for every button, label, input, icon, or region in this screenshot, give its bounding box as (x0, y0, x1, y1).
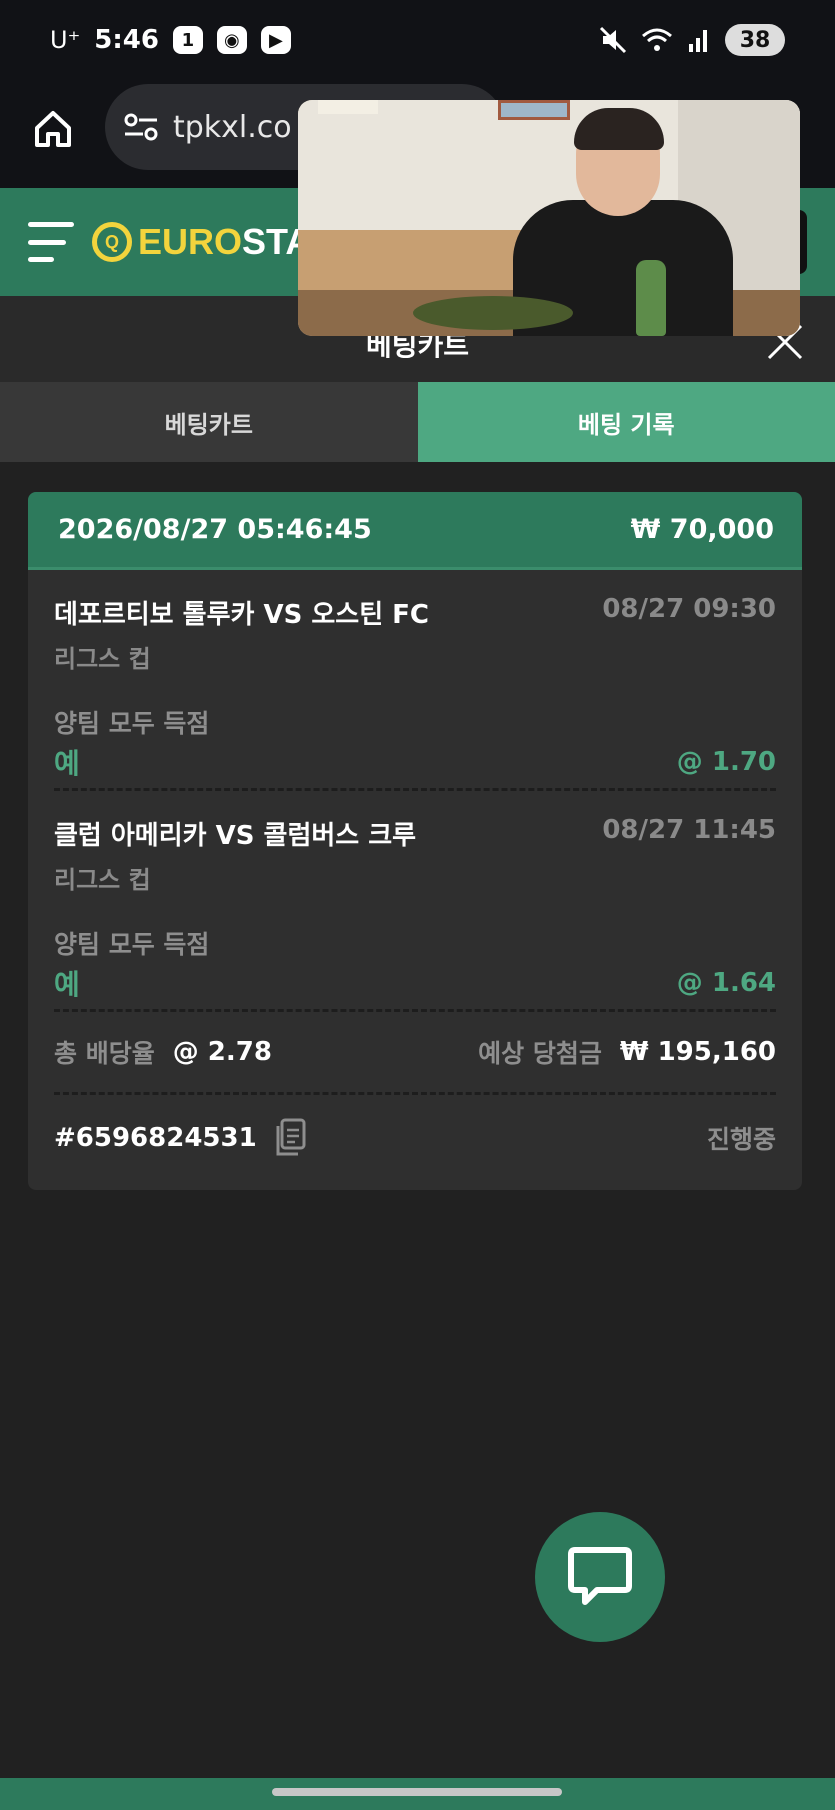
pip-scene-plate (413, 296, 573, 330)
bet-id-row: #6596824531 진행중 (28, 1095, 802, 1181)
signal-icon (689, 30, 707, 52)
chat-icon (568, 1547, 632, 1605)
pip-scene-person-hair (574, 108, 664, 150)
bet-selection: 클럽 아메리카 VS 콜럼버스 크루 08/27 11:45 리그스 컵 양팀 … (28, 791, 802, 1009)
bet-status: 진행중 (706, 1125, 776, 1154)
logo-euro-text: EURO (138, 221, 243, 262)
clock: 5:46 (94, 25, 159, 55)
wifi-icon (642, 28, 672, 51)
tab-betting-cart[interactable]: 베팅카트 (0, 382, 418, 462)
bottom-navigation-bar (0, 1778, 835, 1810)
bet-id: #6596824531 (54, 1123, 257, 1153)
league-name: 리그스 컵 (54, 866, 151, 894)
pick-odds: @ 1.70 (676, 747, 776, 777)
site-settings-icon (124, 113, 158, 141)
home-indicator[interactable] (272, 1788, 562, 1796)
match-time: 08/27 11:45 (602, 815, 776, 845)
pip-scene-frame (498, 100, 570, 120)
home-icon (35, 111, 71, 147)
match-name: 데포르티보 톨루카 VS 오스틴 FC (54, 600, 430, 630)
battery-indicator: 38 (725, 24, 785, 56)
status-bar: U⁺ 5:46 1 ◉ ▶ 38 (0, 0, 835, 80)
youtube-icon: ▶ (260, 26, 291, 54)
tab-betting-history[interactable]: 베팅 기록 (417, 382, 835, 462)
betslip-tabs: 베팅카트 베팅 기록 (0, 382, 835, 462)
home-button[interactable] (28, 104, 78, 154)
screenshot-icon: ◉ (216, 26, 247, 54)
mute-icon (599, 26, 627, 54)
bet-card-header: 2026/08/27 05:46:45 ₩ 70,000 (28, 492, 802, 570)
pick-odds: @ 1.64 (676, 968, 776, 998)
pick-value: 예 (54, 747, 80, 780)
total-odds-value: @ 2.78 (172, 1037, 272, 1067)
bet-record-card: 2026/08/27 05:46:45 ₩ 70,000 데포르티보 톨루카 V… (28, 492, 802, 1190)
league-name: 리그스 컵 (54, 645, 151, 673)
expected-win-label: 예상 당첨금 (478, 1039, 602, 1068)
pip-scene-sign (318, 100, 378, 114)
match-time: 08/27 09:30 (602, 594, 776, 624)
logo-mark-icon: Q (92, 222, 132, 262)
pip-scene-bottle (636, 260, 666, 336)
chat-button[interactable] (535, 1512, 665, 1642)
hamburger-menu-icon[interactable] (28, 218, 76, 266)
market-name: 양팀 모두 득점 (54, 930, 210, 959)
site-logo[interactable]: Q EUROSTA (92, 221, 311, 263)
market-name: 양팀 모두 득점 (54, 709, 210, 738)
url-text: tpkxl.co (173, 109, 292, 145)
pip-video-player[interactable] (298, 100, 800, 336)
total-odds-label: 총 배당율 (54, 1039, 155, 1068)
notification-badge-icon: 1 (172, 26, 203, 54)
match-name: 클럽 아메리카 VS 콜럼버스 크루 (54, 821, 417, 851)
bet-stake: ₩ 70,000 (630, 514, 774, 545)
bet-datetime: 2026/08/27 05:46:45 (58, 514, 372, 545)
bet-summary: 총 배당율 @ 2.78 예상 당첨금 ₩ 195,160 (28, 1012, 802, 1092)
pick-value: 예 (54, 968, 80, 1001)
carrier-label: U⁺ (50, 26, 81, 54)
copy-icon[interactable] (273, 1118, 307, 1158)
bet-selection: 데포르티보 톨루카 VS 오스틴 FC 08/27 09:30 리그스 컵 양팀… (28, 570, 802, 788)
expected-win-value: ₩ 195,160 (619, 1037, 776, 1067)
